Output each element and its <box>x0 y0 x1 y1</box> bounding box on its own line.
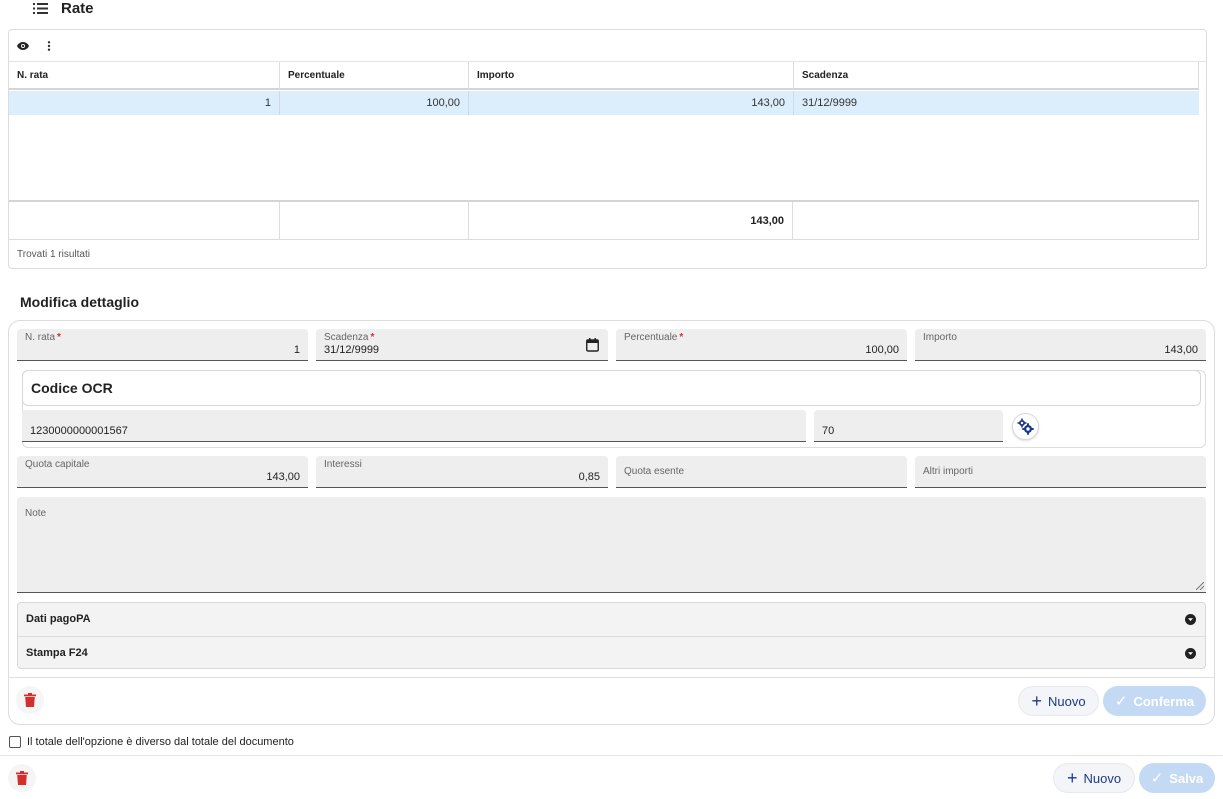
plus-icon: + <box>1066 768 1078 788</box>
quota-capitale-field[interactable]: Quota capitale 143,00 <box>17 456 308 488</box>
note-label: Note <box>25 508 47 519</box>
importo-field[interactable]: Importo 143,00 <box>915 329 1206 361</box>
salva-label: Salva <box>1169 770 1204 786</box>
trash-icon <box>16 771 28 785</box>
check-icon: ✓ <box>1150 770 1164 787</box>
interessi-label: Interessi <box>324 459 362 470</box>
cell-n-rata: 1 <box>9 91 280 115</box>
eye-icon[interactable] <box>15 38 31 54</box>
percentuale-label: Percentuale <box>624 332 678 343</box>
conferma-label: Conferma <box>1133 693 1195 709</box>
scadenza-value: 31/12/9999 <box>324 344 380 356</box>
conferma-button[interactable]: ✓ Conferma <box>1103 686 1206 716</box>
required-marker: * <box>370 332 375 343</box>
n-rata-value: 1 <box>293 344 300 356</box>
gears-icon <box>1017 418 1034 435</box>
chevron-down-circle-icon <box>1185 614 1196 625</box>
interessi-value: 0,85 <box>578 471 600 483</box>
percentuale-value: 100,00 <box>865 344 899 356</box>
plus-icon: + <box>1031 691 1042 711</box>
importo-value: 143,00 <box>1164 344 1198 356</box>
nuovo-detail-button[interactable]: + Nuovo <box>1018 686 1099 716</box>
nuovo-button[interactable]: + Nuovo <box>1053 763 1135 793</box>
n-rata-field[interactable]: N. rata * 1 <box>17 329 308 361</box>
ocr-header: Codice OCR <box>22 370 1201 406</box>
accordion: Dati pagoPA Stampa F24 <box>17 602 1206 669</box>
column-header-percentuale[interactable]: Percentuale <box>280 62 469 90</box>
note-textarea[interactable]: Note <box>17 497 1206 593</box>
detail-title: Modifica dettaglio <box>20 294 139 310</box>
column-header-scadenza[interactable]: Scadenza <box>794 62 1199 90</box>
total-cell-percentuale <box>280 202 469 240</box>
column-header-n-rata[interactable]: N. rata <box>9 62 280 90</box>
accordion-item-stampa-f24[interactable]: Stampa F24 <box>18 636 1205 669</box>
column-header-importo[interactable]: Importo <box>469 62 794 90</box>
more-vertical-icon[interactable] <box>41 38 57 54</box>
delete-button[interactable] <box>8 764 36 792</box>
rate-header: Rate <box>33 0 94 17</box>
quota-capitale-label: Quota capitale <box>25 459 90 470</box>
ocr-suffix-field[interactable]: 70 <box>814 410 1003 442</box>
delete-detail-button[interactable] <box>16 686 44 714</box>
accordion-item-dati-pagopa[interactable]: Dati pagoPA <box>18 603 1205 636</box>
total-cell-importo: 143,00 <box>469 202 793 240</box>
ocr-code-value: 1230000000001567 <box>30 425 128 437</box>
scadenza-field[interactable]: Scadenza * 31/12/9999 <box>316 329 608 361</box>
interessi-field[interactable]: Interessi 0,85 <box>316 456 608 488</box>
altri-importi-field[interactable]: Altri importi <box>915 456 1206 488</box>
ocr-code-field[interactable]: 1230000000001567 <box>22 410 806 442</box>
quota-esente-label: Quota esente <box>624 466 685 477</box>
nuovo-label: Nuovo <box>1083 770 1122 786</box>
ocr-title: Codice OCR <box>31 380 113 396</box>
required-marker: * <box>57 332 61 343</box>
trash-icon <box>24 693 36 707</box>
cell-importo: 143,00 <box>469 91 794 115</box>
accordion-label: Dati pagoPA <box>26 613 91 625</box>
chevron-down-circle-icon <box>1185 648 1196 659</box>
importo-label: Importo <box>923 332 957 343</box>
ocr-settings-button[interactable] <box>1012 413 1039 440</box>
grid-toolbar <box>9 30 1206 62</box>
nuovo-label: Nuovo <box>1047 693 1086 709</box>
divider <box>0 755 1223 756</box>
checkbox[interactable] <box>9 736 21 748</box>
table-row[interactable]: 1 100,00 143,00 31/12/9999 <box>9 91 1199 115</box>
quota-capitale-value: 143,00 <box>266 471 300 483</box>
list-icon <box>33 2 48 14</box>
quota-esente-field[interactable]: Quota esente <box>616 456 907 488</box>
checkbox-label: Il totale dell'opzione è diverso dal tot… <box>27 736 294 748</box>
result-count: Trovati 1 risultati <box>17 249 90 260</box>
grid-header: N. rata Percentuale Importo Scadenza <box>9 62 1199 90</box>
cell-percentuale: 100,00 <box>280 91 469 115</box>
ocr-suffix-value: 70 <box>822 425 835 437</box>
required-marker: * <box>679 332 684 343</box>
totale-diverso-option[interactable]: Il totale dell'opzione è diverso dal tot… <box>9 736 294 748</box>
calendar-icon[interactable] <box>586 338 599 352</box>
n-rata-label: N. rata <box>25 332 56 343</box>
total-cell-n-rata <box>9 202 280 240</box>
percentuale-field[interactable]: Percentuale * 100,00 <box>616 329 907 361</box>
divider <box>8 677 1215 678</box>
altri-importi-label: Altri importi <box>923 466 974 477</box>
grid-totals-row: 143,00 <box>9 200 1199 240</box>
rate-grid: N. rata Percentuale Importo Scadenza 1 1… <box>8 29 1207 269</box>
salva-button[interactable]: ✓ Salva <box>1139 763 1215 793</box>
check-icon: ✓ <box>1114 693 1128 710</box>
total-cell-scadenza <box>793 202 1199 240</box>
resize-handle-icon[interactable] <box>1196 582 1204 590</box>
accordion-label: Stampa F24 <box>26 647 88 659</box>
section-title-rate: Rate <box>61 0 94 17</box>
scadenza-label: Scadenza <box>324 332 369 343</box>
cell-scadenza: 31/12/9999 <box>802 97 858 109</box>
